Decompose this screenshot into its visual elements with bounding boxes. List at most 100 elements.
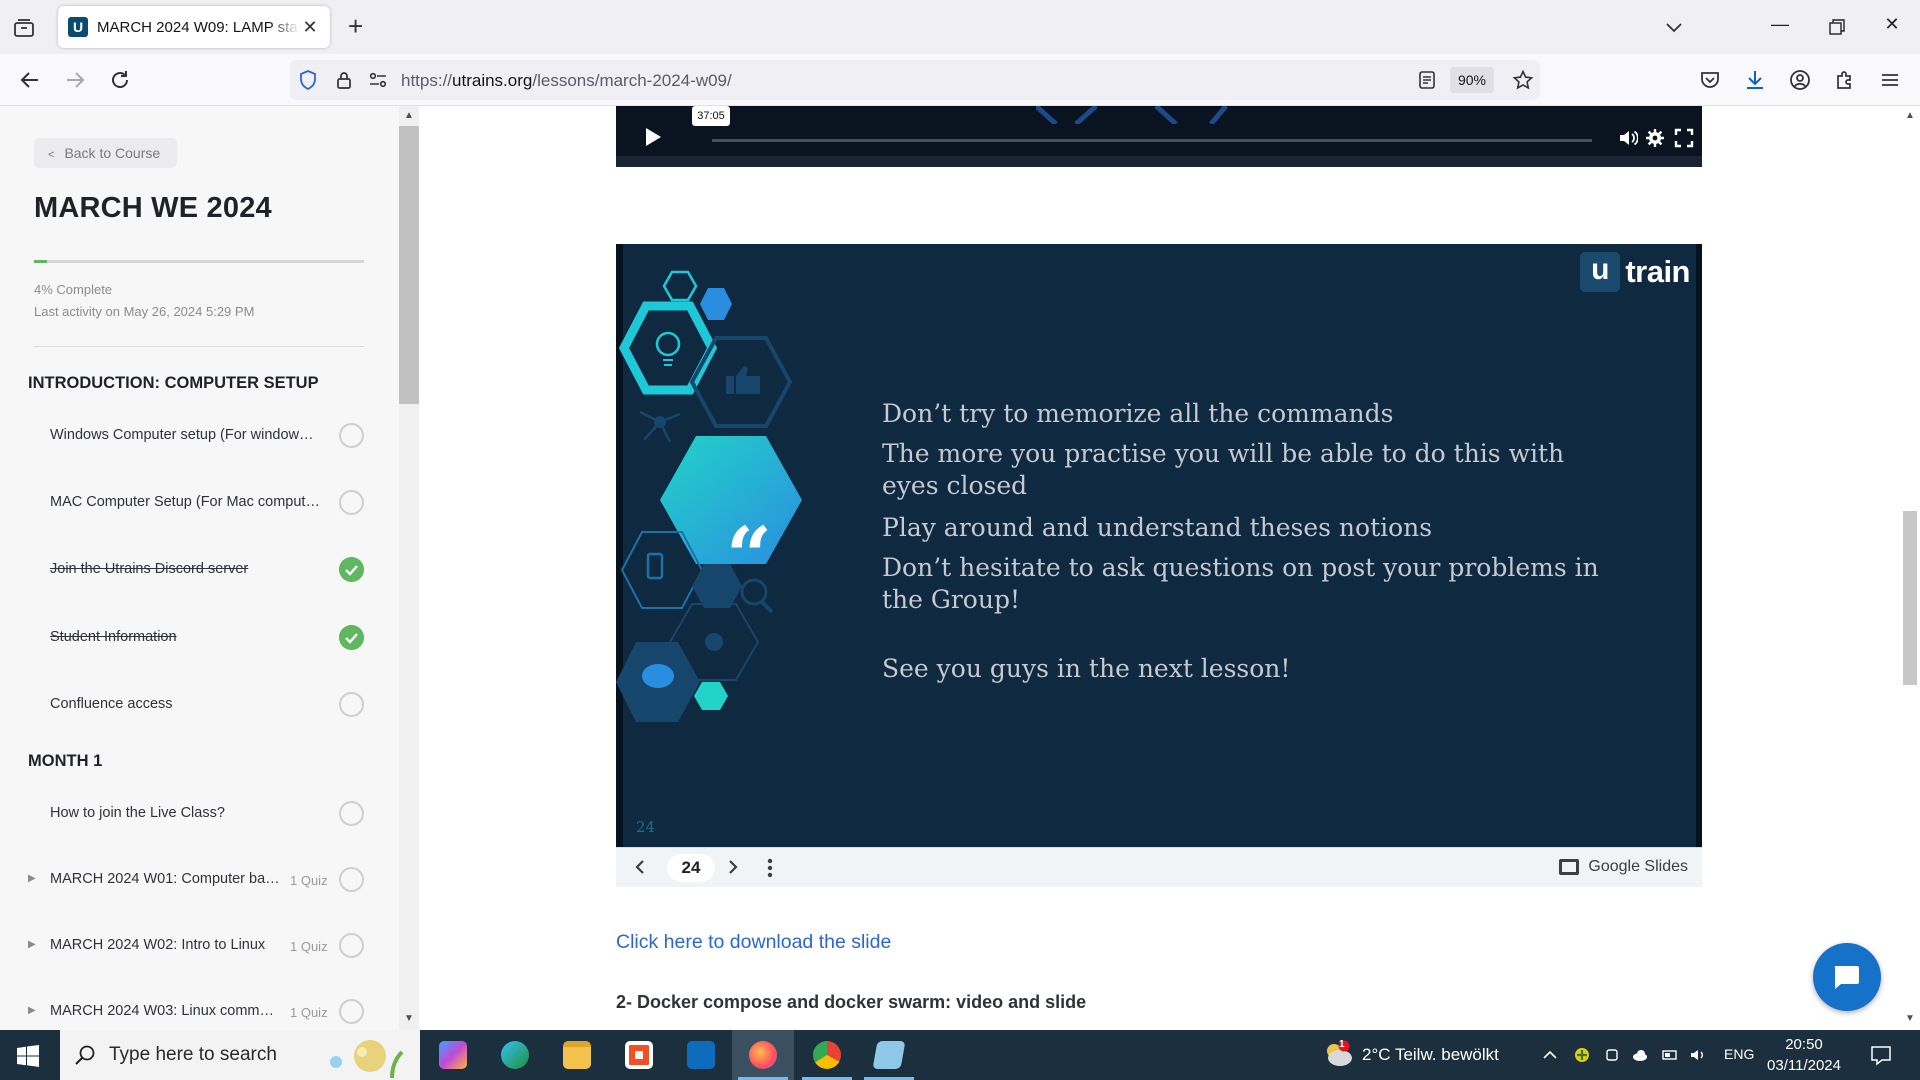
utrains-favicon-icon: U — [68, 17, 88, 37]
taskbar-app-outlook[interactable] — [670, 1030, 732, 1080]
lesson-item[interactable]: How to join the Live Class? — [28, 794, 368, 834]
lesson-label[interactable]: MAC Computer Setup (For Mac computer use… — [50, 494, 320, 510]
weather-text[interactable]: 2°C Teilw. bewölkt — [1362, 1045, 1499, 1065]
lesson-item[interactable]: ▶ MARCH 2024 W02: Intro to Linux 1 Quiz — [28, 926, 368, 966]
expand-triangle-icon[interactable]: ▶ — [28, 873, 36, 884]
more-options-icon[interactable] — [766, 856, 774, 880]
incomplete-circle-icon — [339, 801, 364, 826]
pocket-icon[interactable] — [1697, 67, 1723, 93]
tab-title: MARCH 2024 W09: LAMP stack — [97, 18, 300, 36]
lesson-item[interactable]: Windows Computer setup (For windows user… — [28, 416, 368, 456]
new-tab-button[interactable]: + — [348, 13, 363, 39]
previous-slide-icon[interactable] — [629, 856, 651, 878]
url-text[interactable]: https://utrains.org/lessons/march-2024-w… — [401, 71, 732, 91]
input-language[interactable]: ENG — [1724, 1046, 1754, 1062]
tray-app-icon[interactable] — [1574, 1047, 1590, 1063]
expand-triangle-icon[interactable]: ▶ — [28, 939, 36, 950]
scroll-down-arrow-icon[interactable]: ▼ — [403, 1013, 415, 1025]
lesson-label[interactable]: Windows Computer setup (For windows user… — [50, 427, 320, 443]
chevron-down-icon[interactable] — [1663, 16, 1685, 38]
account-icon[interactable] — [1787, 67, 1813, 93]
volume-icon[interactable] — [1618, 128, 1638, 148]
forward-arrow-icon[interactable] — [61, 66, 89, 94]
next-slide-icon[interactable] — [722, 856, 744, 878]
lesson-label[interactable]: How to join the Live Class? — [50, 805, 320, 821]
chat-support-button[interactable] — [1813, 943, 1881, 1011]
taskbar-app-copilot[interactable] — [422, 1030, 484, 1080]
lesson-item[interactable]: MAC Computer Setup (For Mac computer use… — [28, 483, 368, 523]
slide-text-line: The more you practise you will be able t… — [882, 439, 1565, 500]
taskbar-app-notes[interactable] — [858, 1030, 920, 1080]
downloads-icon[interactable] — [1742, 67, 1768, 93]
url-bar[interactable]: https://utrains.org/lessons/march-2024-w… — [290, 60, 1540, 100]
slide-page-number[interactable]: 24 — [667, 854, 715, 882]
embedded-slide[interactable]: “ u train Don’t try to memorize all the c… — [616, 244, 1702, 847]
permissions-icon[interactable] — [367, 69, 389, 91]
last-activity-text: Last activity on May 26, 2024 5:29 PM — [34, 304, 255, 319]
bookmark-star-icon[interactable] — [1512, 69, 1534, 91]
system-clock[interactable]: 20:50 03/11/2024 — [1766, 1034, 1842, 1076]
lesson-label[interactable]: MARCH 2024 W01: Computer basics — [50, 871, 280, 887]
google-slides-link[interactable]: Google Slides — [1559, 858, 1688, 876]
download-slide-link[interactable]: Click here to download the slide — [616, 931, 891, 954]
lesson-label[interactable]: Confluence access — [50, 696, 320, 712]
folder-icon — [563, 1041, 591, 1069]
fullscreen-icon[interactable] — [1674, 128, 1694, 148]
browser-tab-active[interactable]: U MARCH 2024 W09: LAMP stack ✕ — [58, 6, 330, 48]
close-tab-icon[interactable]: ✕ — [300, 17, 320, 38]
battery-icon[interactable] — [1662, 1047, 1678, 1063]
onedrive-cloud-icon[interactable] — [1632, 1047, 1648, 1063]
sidebar-scroll-thumb[interactable] — [399, 126, 419, 404]
video-seek-bar[interactable] — [712, 139, 1592, 142]
lock-icon[interactable] — [333, 69, 355, 91]
back-to-course-button[interactable]: < Back to Course — [34, 138, 178, 168]
section-subheading: 2- Docker compose and docker swarm: vide… — [616, 992, 1087, 1012]
zoom-level-badge[interactable]: 90% — [1450, 67, 1494, 93]
play-button-icon[interactable] — [646, 128, 661, 146]
scroll-up-arrow-icon[interactable]: ▲ — [1904, 110, 1916, 122]
back-arrow-icon[interactable] — [16, 66, 44, 94]
taskbar-app-edge[interactable] — [484, 1030, 546, 1080]
scroll-down-arrow-icon[interactable]: ▼ — [1904, 1013, 1916, 1025]
taskbar-search-box[interactable]: Type here to search — [60, 1030, 420, 1080]
firefox-icon — [749, 1041, 777, 1069]
minimize-window-icon[interactable]: — — [1766, 14, 1794, 40]
lesson-item[interactable]: Confluence access — [28, 685, 368, 725]
speaker-volume-icon[interactable] — [1690, 1047, 1706, 1063]
windows-start-icon[interactable] — [17, 1045, 39, 1067]
taskbar-app-chrome[interactable] — [796, 1030, 858, 1080]
taskbar-app-file-explorer[interactable] — [546, 1030, 608, 1080]
incomplete-circle-icon — [339, 867, 364, 892]
lesson-label[interactable]: MARCH 2024 W02: Intro to Linux — [50, 937, 280, 953]
clock-date: 03/11/2024 — [1767, 1057, 1841, 1074]
video-hover-time: 37:05 — [692, 106, 730, 126]
lesson-label[interactable]: MARCH 2024 W03: Linux commands — [50, 1003, 280, 1019]
lesson-label[interactable]: Join the Utrains Discord server — [50, 561, 320, 577]
notifications-icon[interactable] — [1870, 1044, 1892, 1066]
close-window-icon[interactable]: ✕ — [1878, 14, 1906, 40]
restore-window-icon[interactable] — [1822, 14, 1850, 40]
taskbar-app-firefox[interactable] — [732, 1030, 794, 1080]
video-player[interactable]: 37:05 — [616, 106, 1702, 167]
scroll-up-arrow-icon[interactable]: ▲ — [403, 110, 415, 122]
sidebar-scrollbar[interactable]: ▲ ▼ — [399, 106, 419, 1030]
menu-hamburger-icon[interactable] — [1877, 67, 1903, 93]
lesson-label[interactable]: Student Information — [50, 629, 320, 645]
taskbar-app-store[interactable] — [608, 1030, 670, 1080]
hexagon-decoration-graphic — [616, 270, 802, 722]
lesson-item[interactable]: Join the Utrains Discord server — [28, 550, 368, 590]
lesson-item[interactable]: ▶ MARCH 2024 W03: Linux commands 1 Quiz — [28, 992, 368, 1030]
reader-view-icon[interactable] — [1416, 69, 1438, 91]
lesson-item[interactable]: Student Information — [28, 618, 368, 658]
shield-icon[interactable] — [297, 69, 319, 91]
page-scroll-thumb[interactable] — [1903, 511, 1917, 685]
page-scrollbar[interactable]: ▲ ▼ — [1900, 106, 1920, 1030]
list-all-tabs-icon[interactable] — [12, 16, 36, 40]
chevron-up-icon[interactable] — [1542, 1047, 1558, 1063]
reload-icon[interactable] — [106, 66, 134, 94]
expand-triangle-icon[interactable]: ▶ — [28, 1005, 36, 1016]
meet-now-icon[interactable] — [1604, 1047, 1620, 1063]
extensions-puzzle-icon[interactable] — [1832, 67, 1858, 93]
lesson-item[interactable]: ▶ MARCH 2024 W01: Computer basics 1 Quiz — [28, 860, 368, 900]
settings-gear-icon[interactable] — [1645, 128, 1665, 148]
